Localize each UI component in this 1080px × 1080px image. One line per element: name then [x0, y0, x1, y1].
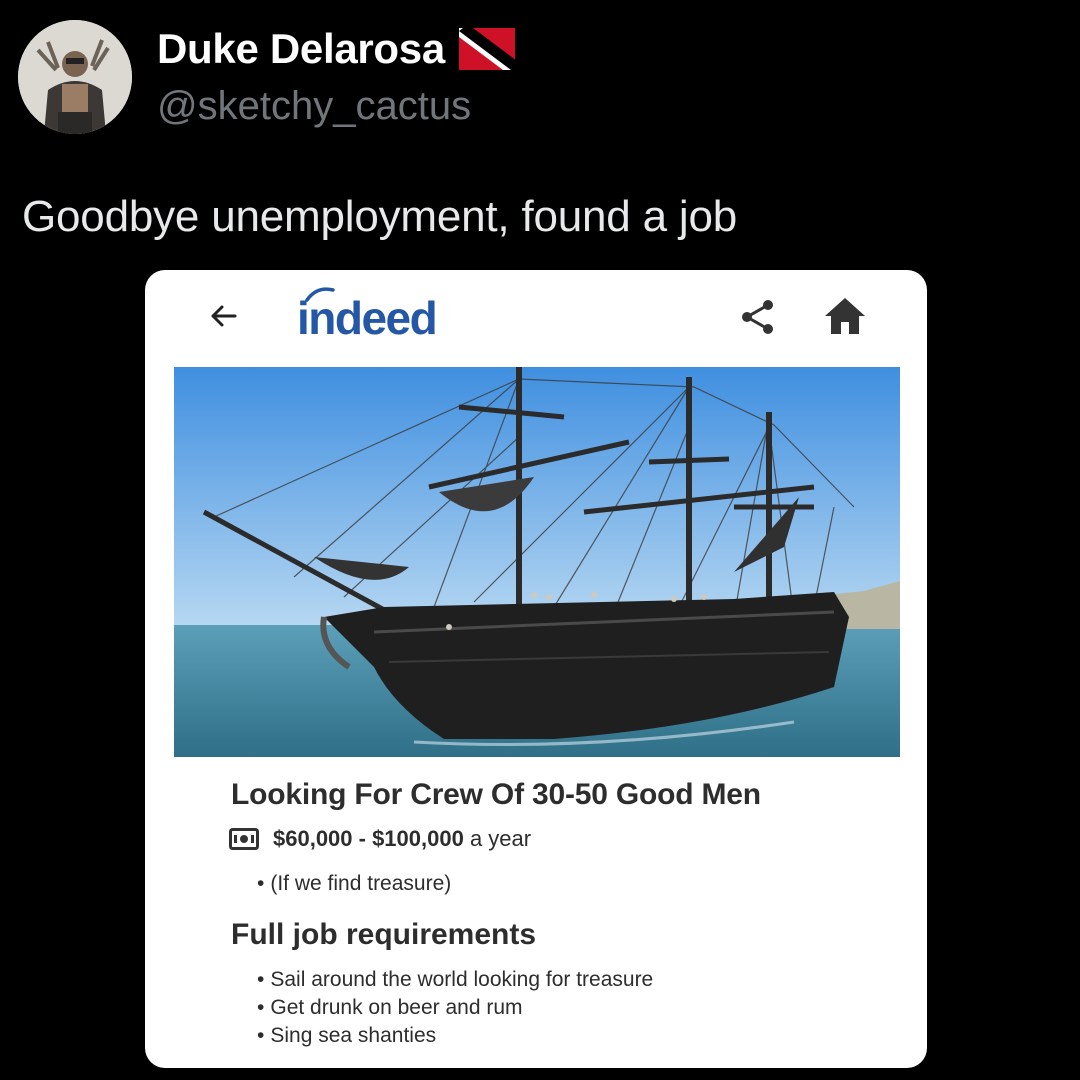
- handle[interactable]: @sketchy_cactus: [157, 82, 471, 130]
- bullet: •: [257, 968, 265, 991]
- requirements-heading: Full job requirements: [231, 918, 537, 951]
- home-icon[interactable]: [821, 292, 869, 340]
- avatar[interactable]: [18, 20, 132, 134]
- display-name[interactable]: Duke Delarosa: [157, 24, 445, 74]
- list-item: • Get drunk on beer and rum: [257, 994, 653, 1022]
- money-icon: [229, 828, 259, 850]
- salary-row: $60,000 - $100,000 a year: [229, 826, 531, 852]
- back-arrow-icon[interactable]: [203, 296, 243, 336]
- salary-note: • (If we find treasure): [257, 872, 451, 896]
- tweet-text: Goodbye unemployment, found a job: [22, 192, 737, 241]
- job-title: Looking For Crew Of 30-50 Good Men: [231, 778, 761, 811]
- pirate-ship-photo: [174, 367, 900, 757]
- share-icon[interactable]: [737, 296, 779, 338]
- salary-range: $60,000 - $100,000: [273, 826, 464, 851]
- bullet: •: [257, 872, 265, 895]
- job-post-screenshot[interactable]: indeed Looking For Crew Of 30-50 Good Me…: [145, 270, 927, 1068]
- bullet: •: [257, 1024, 265, 1047]
- trinidad-and-tobago-flag-icon: [458, 28, 515, 70]
- indeed-logo: indeed: [297, 292, 438, 344]
- requirement-text: Sing sea shanties: [270, 1024, 437, 1047]
- requirement-text: Sail around the world looking for treasu…: [270, 968, 654, 991]
- salary-note-text: (If we find treasure): [270, 872, 452, 895]
- avatar-photo: [18, 20, 132, 134]
- requirements-list: • Sail around the world looking for treas…: [257, 966, 653, 1050]
- salary: $60,000 - $100,000 a year: [273, 826, 531, 852]
- list-item: • Sail around the world looking for treas…: [257, 966, 653, 994]
- app-bar: indeed: [145, 270, 927, 366]
- salary-period: a year: [463, 826, 532, 851]
- requirement-text: Get drunk on beer and rum: [270, 996, 523, 1019]
- bullet: •: [257, 996, 265, 1019]
- list-item: • Sing sea shanties: [257, 1022, 653, 1050]
